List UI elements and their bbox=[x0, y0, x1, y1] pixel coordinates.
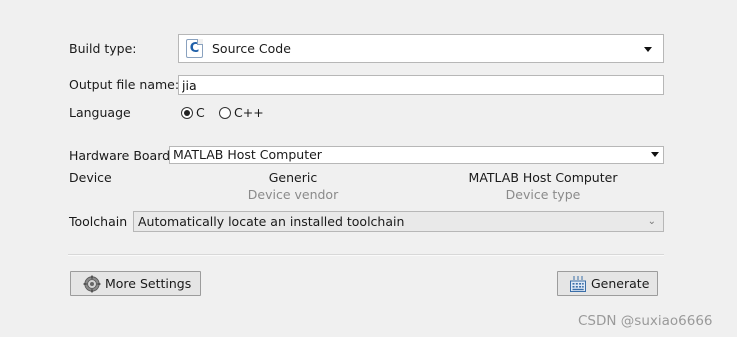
device-type-value: MATLAB Host Computer bbox=[468, 170, 618, 185]
output-file-name-input[interactable] bbox=[178, 75, 664, 95]
radio-selected-icon[interactable] bbox=[181, 107, 193, 119]
toolchain-value: Automatically locate an installed toolch… bbox=[138, 214, 405, 229]
device-type-caption: Device type bbox=[505, 187, 581, 202]
device-vendor-value: Generic bbox=[268, 170, 318, 185]
output-file-name-label: Output file name: bbox=[69, 77, 180, 92]
generate-icon bbox=[569, 275, 587, 293]
toolchain-dropdown[interactable]: Automatically locate an installed toolch… bbox=[133, 211, 664, 232]
c-source-file-icon: C bbox=[186, 39, 203, 58]
language-radio-cpp[interactable]: C++ bbox=[219, 104, 264, 122]
more-settings-label: More Settings bbox=[105, 275, 192, 291]
generate-label: Generate bbox=[591, 275, 650, 291]
more-settings-button[interactable]: More Settings bbox=[70, 271, 201, 296]
dropdown-arrow-icon bbox=[651, 152, 659, 157]
hardware-board-value: MATLAB Host Computer bbox=[173, 147, 322, 162]
gear-icon bbox=[83, 275, 101, 293]
language-option-c-label: C bbox=[196, 105, 205, 120]
language-radio-c[interactable]: C bbox=[181, 104, 205, 122]
device-label: Device bbox=[69, 170, 112, 185]
hardware-board-label: Hardware Board bbox=[69, 148, 171, 163]
toolchain-label: Toolchain bbox=[69, 214, 128, 229]
dropdown-arrow-icon bbox=[644, 47, 652, 52]
device-vendor-caption: Device vendor bbox=[247, 187, 339, 202]
divider bbox=[68, 254, 664, 256]
chevron-down-icon: ⌄ bbox=[647, 216, 656, 227]
language-option-cpp-label: C++ bbox=[234, 105, 264, 120]
language-label: Language bbox=[69, 105, 131, 120]
build-type-label: Build type: bbox=[69, 41, 137, 56]
watermark-text: CSDN @suxiao6666 bbox=[578, 313, 713, 329]
build-type-dropdown[interactable]: C Source Code bbox=[178, 34, 664, 63]
generate-button[interactable]: Generate bbox=[557, 271, 658, 296]
radio-unselected-icon[interactable] bbox=[219, 107, 231, 119]
build-type-value: Source Code bbox=[212, 41, 291, 56]
hardware-board-dropdown[interactable]: MATLAB Host Computer bbox=[169, 146, 664, 164]
